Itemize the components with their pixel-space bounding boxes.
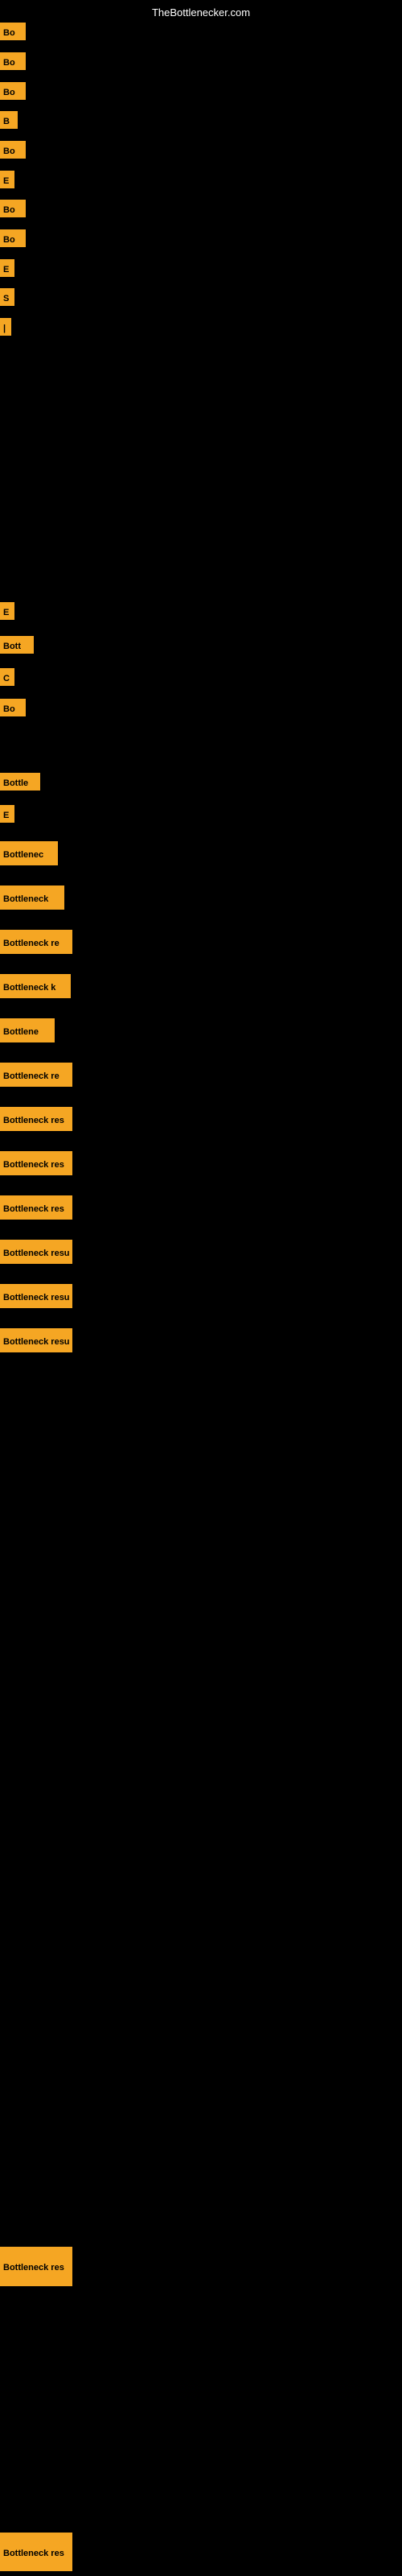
label-3: Bo (0, 82, 26, 100)
site-title: TheBottlenecker.com (152, 6, 250, 19)
label-e2: E (0, 805, 14, 823)
label-bottlene1: Bottlene (0, 1018, 55, 1042)
label-4: B (0, 111, 18, 129)
label-7: Bo (0, 200, 26, 217)
label-bottleneckk1: Bottleneck k (0, 974, 71, 998)
label-c1: C (0, 668, 14, 686)
label-bottleneckres1: Bottleneck res (0, 1107, 72, 1131)
label-bottleneckres6: Bottleneck resu (0, 1328, 72, 1352)
label-6: E (0, 171, 14, 188)
label-bo2: Bo (0, 699, 26, 716)
label-bottleneckres8: Bottleneck res (0, 2533, 72, 2571)
label-5: Bo (0, 141, 26, 159)
label-2: Bo (0, 52, 26, 70)
label-bottleneckres4: Bottleneck resu (0, 1240, 72, 1264)
label-9: E (0, 259, 14, 277)
label-bott1: Bott (0, 636, 34, 654)
label-bottleneckres7: Bottleneck res (0, 2247, 72, 2286)
label-bottleneck1: Bottleneck (0, 886, 64, 910)
label-11: | (0, 318, 11, 336)
label-bottleneckres3: Bottleneck res (0, 1195, 72, 1220)
label-e1: E (0, 602, 14, 620)
label-bottlenec1: Bottlenec (0, 841, 58, 865)
label-bottleneckres2: Bottleneck res (0, 1151, 72, 1175)
label-10: S (0, 288, 14, 306)
label-bottle2: Bottle (0, 773, 40, 791)
label-bottleneckre1: Bottleneck re (0, 930, 72, 954)
label-bottleneckres5: Bottleneck resu (0, 1284, 72, 1308)
label-bottleneckre2: Bottleneck re (0, 1063, 72, 1087)
label-8: Bo (0, 229, 26, 247)
label-1: Bo (0, 23, 26, 40)
